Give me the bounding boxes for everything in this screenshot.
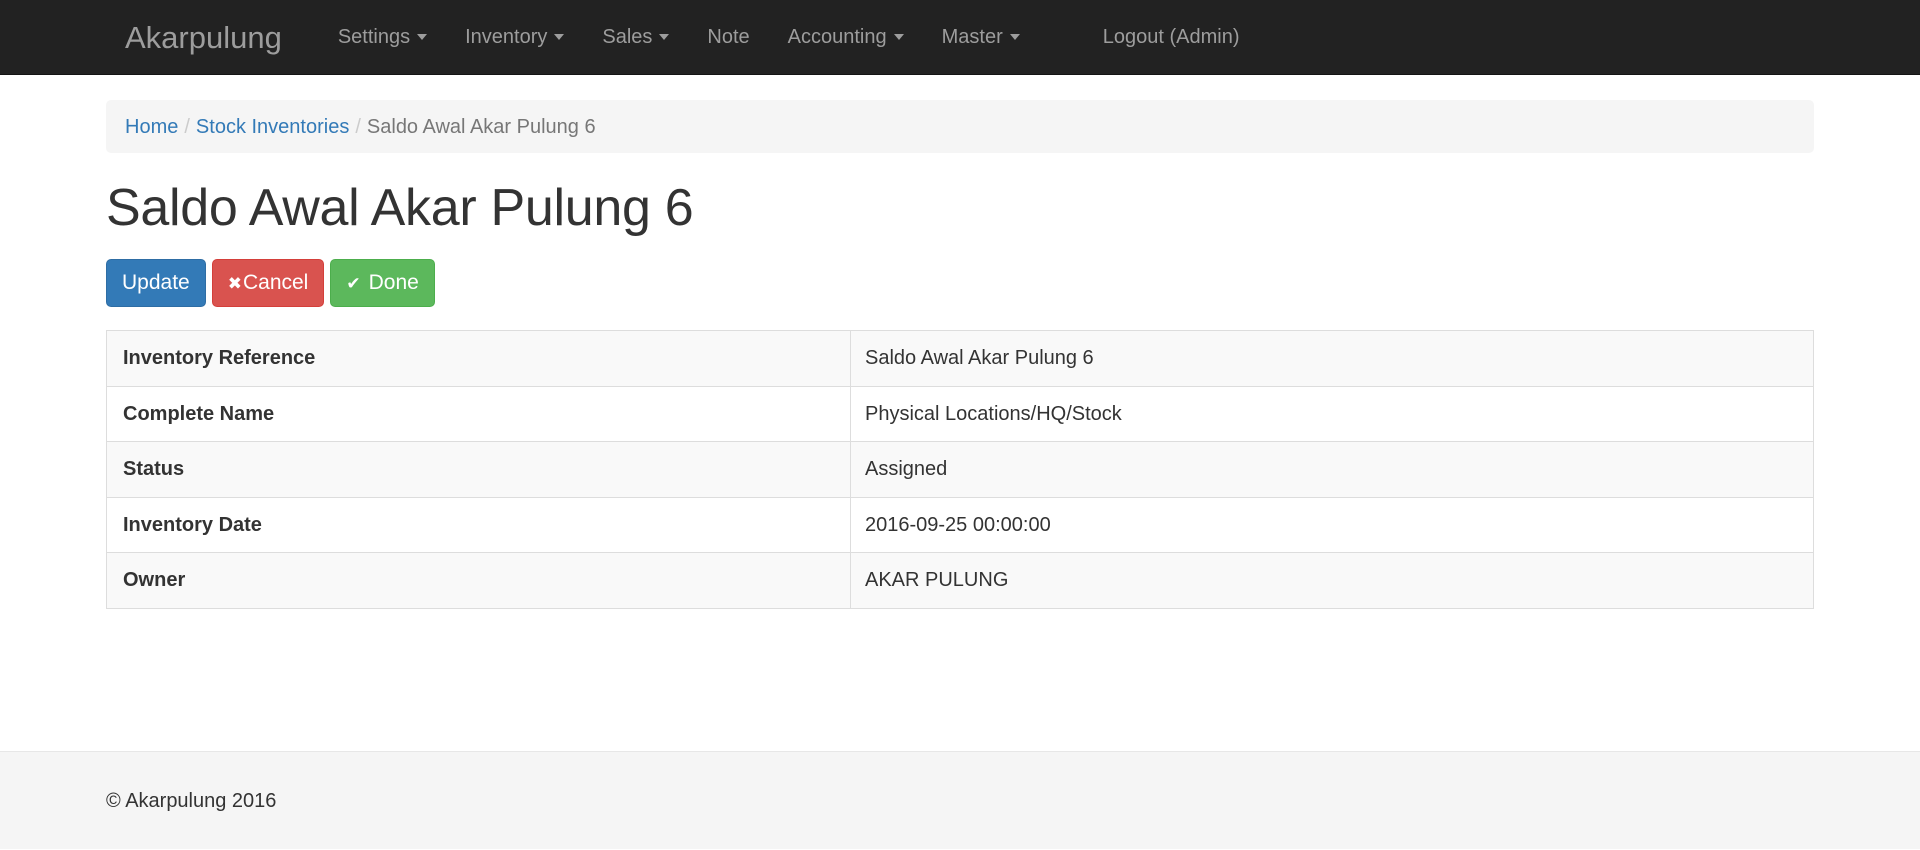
row-value: Saldo Awal Akar Pulung 6 bbox=[865, 347, 1094, 370]
done-button-label: Done bbox=[368, 271, 419, 295]
top-navbar: Akarpulung Settings Inventory Sales Note… bbox=[0, 0, 1920, 75]
chevron-down-icon bbox=[893, 34, 904, 40]
logout-link[interactable]: Logout (Admin) bbox=[1084, 0, 1259, 75]
copyright-text: © Akarpulung 2016 bbox=[106, 789, 277, 812]
cancel-button-label: Cancel bbox=[242, 271, 309, 295]
chevron-down-icon bbox=[417, 34, 428, 40]
page-container: Home / Stock Inventories / Saldo Awal Ak… bbox=[104, 100, 1816, 609]
nav-label-settings: Settings bbox=[337, 25, 411, 48]
navbar-inner: Akarpulung Settings Inventory Sales Note… bbox=[104, 0, 1816, 75]
main-nav: Settings Inventory Sales Note Accounting… bbox=[319, 0, 1039, 75]
nav-label-master: Master bbox=[941, 25, 1003, 48]
update-button-label: Update bbox=[122, 271, 190, 295]
table-row: Owner AKAR PULUNG bbox=[106, 552, 1814, 609]
times-icon: ✖ bbox=[227, 273, 242, 293]
navbar-right: Logout (Admin) bbox=[1084, 0, 1259, 75]
nav-item-master[interactable]: Master bbox=[923, 0, 1039, 75]
breadcrumb-item-stock-inventories: Stock Inventories bbox=[196, 111, 349, 143]
page-footer: © Akarpulung 2016 bbox=[0, 751, 1920, 849]
row-value: Physical Locations/HQ/Stock bbox=[865, 402, 1122, 425]
chevron-down-icon bbox=[554, 34, 565, 40]
table-row: Status Assigned bbox=[106, 441, 1814, 498]
breadcrumb: Home / Stock Inventories / Saldo Awal Ak… bbox=[106, 100, 1814, 153]
row-label: Complete Name bbox=[106, 386, 851, 442]
nav-label-accounting: Accounting bbox=[787, 25, 887, 48]
chevron-down-icon bbox=[1009, 34, 1020, 40]
breadcrumb-separator: / bbox=[184, 115, 190, 138]
row-label: Owner bbox=[106, 552, 851, 609]
nav-label-inventory: Inventory bbox=[465, 25, 548, 48]
nav-label-note: Note bbox=[707, 25, 750, 48]
row-label: Inventory Date bbox=[106, 497, 851, 553]
page-title: Saldo Awal Akar Pulung 6 bbox=[106, 179, 694, 237]
footer-inner: © Akarpulung 2016 bbox=[104, 752, 1816, 850]
table-row: Inventory Reference Saldo Awal Akar Pulu… bbox=[106, 330, 1814, 387]
chevron-down-icon bbox=[659, 34, 670, 40]
row-value: 2016-09-25 00:00:00 bbox=[865, 513, 1051, 536]
nav-label-sales: Sales bbox=[602, 25, 653, 48]
row-label: Inventory Reference bbox=[106, 330, 851, 387]
breadcrumb-item-current: Saldo Awal Akar Pulung 6 bbox=[366, 115, 596, 138]
breadcrumb-link-home[interactable]: Home bbox=[125, 111, 178, 143]
breadcrumb-separator: / bbox=[355, 115, 361, 138]
cancel-button[interactable]: ✖ Cancel bbox=[211, 259, 325, 308]
row-label: Status bbox=[106, 441, 851, 498]
breadcrumb-item-home: Home bbox=[125, 111, 178, 143]
nav-item-inventory[interactable]: Inventory bbox=[446, 0, 583, 75]
brand-logo[interactable]: Akarpulung bbox=[106, 0, 301, 75]
nav-item-accounting[interactable]: Accounting bbox=[769, 0, 923, 75]
table-row: Inventory Date 2016-09-25 00:00:00 bbox=[106, 497, 1814, 553]
table-row: Complete Name Physical Locations/HQ/Stoc… bbox=[106, 386, 1814, 442]
nav-item-settings[interactable]: Settings bbox=[319, 0, 446, 75]
done-button[interactable]: ✔ Done bbox=[330, 259, 435, 308]
row-value: Assigned bbox=[865, 458, 948, 481]
action-button-group: Update ✖ Cancel ✔ Done bbox=[106, 259, 1814, 308]
nav-item-note[interactable]: Note bbox=[688, 0, 768, 75]
update-button[interactable]: Update bbox=[106, 259, 206, 308]
nav-item-sales[interactable]: Sales bbox=[583, 0, 688, 75]
row-value: AKAR PULUNG bbox=[865, 569, 1009, 592]
detail-table-body: Inventory Reference Saldo Awal Akar Pulu… bbox=[106, 330, 1814, 609]
breadcrumb-link-stock-inventories[interactable]: Stock Inventories bbox=[196, 111, 349, 143]
inventory-detail-table: Inventory Reference Saldo Awal Akar Pulu… bbox=[106, 330, 1814, 609]
check-icon: ✔ bbox=[346, 273, 361, 293]
